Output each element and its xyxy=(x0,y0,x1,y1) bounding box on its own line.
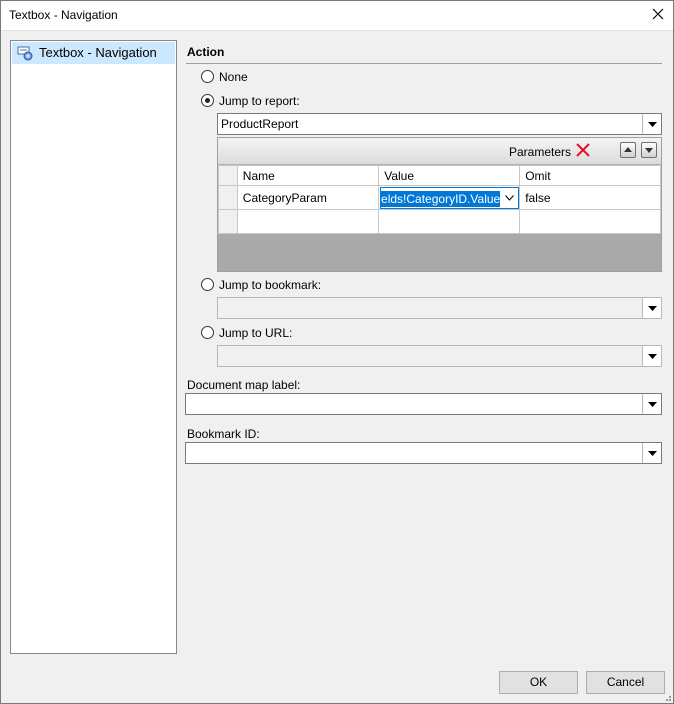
report-value: ProductReport xyxy=(221,117,299,131)
none-label: None xyxy=(219,70,248,84)
table-row[interactable]: CategoryParam =Fields!CategoryID.Value f… xyxy=(218,185,661,210)
jump-to-bookmark-label: Jump to bookmark: xyxy=(219,278,322,292)
jump-to-report-label: Jump to report: xyxy=(219,94,300,108)
row-header[interactable] xyxy=(218,185,238,210)
jump-to-url-label: Jump to URL: xyxy=(219,326,293,340)
arrow-down-icon xyxy=(645,148,653,153)
parameters-grid: Parameters Name Value Omit CategoryParam… xyxy=(217,137,662,272)
move-down-button[interactable] xyxy=(641,142,657,158)
document-map-label: Document map label: xyxy=(187,378,301,392)
cancel-button[interactable]: Cancel xyxy=(586,671,665,694)
arrow-up-icon xyxy=(624,147,632,152)
document-map-combo[interactable] xyxy=(185,393,662,415)
url-combo[interactable] xyxy=(217,345,662,367)
ok-button[interactable]: OK xyxy=(499,671,578,694)
report-dropdown-button[interactable] xyxy=(642,114,661,134)
chevron-down-icon xyxy=(648,354,657,359)
report-combo[interactable]: ProductReport xyxy=(217,113,662,135)
bookmark-combo[interactable] xyxy=(217,297,662,319)
tree-item-textbox-navigation[interactable]: Textbox - Navigation xyxy=(12,42,175,64)
close-button[interactable] xyxy=(646,0,674,30)
chevron-down-icon[interactable] xyxy=(505,194,515,201)
close-icon xyxy=(652,8,664,20)
parameters-toolbar: Parameters xyxy=(218,138,661,165)
chevron-down-icon xyxy=(648,306,657,311)
tree-item-label: Textbox - Navigation xyxy=(39,45,157,60)
param-value-cell[interactable]: =Fields!CategoryID.Value xyxy=(378,185,521,210)
column-header-value[interactable]: Value xyxy=(378,165,521,186)
chevron-down-icon xyxy=(648,122,657,127)
param-omit-cell[interactable]: false xyxy=(519,185,661,210)
resize-grip-icon[interactable] xyxy=(662,692,672,702)
column-header-omit[interactable]: Omit xyxy=(519,165,661,186)
param-value-editor[interactable]: =Fields!CategoryID.Value xyxy=(380,186,519,209)
url-dropdown-button[interactable] xyxy=(642,346,661,366)
row-header-corner xyxy=(218,165,238,186)
delete-icon[interactable] xyxy=(575,142,591,158)
bookmark-id-combo[interactable] xyxy=(185,442,662,464)
row-header[interactable] xyxy=(218,209,238,234)
jump-to-bookmark-radio[interactable] xyxy=(201,278,214,291)
new-value-cell[interactable] xyxy=(378,209,521,234)
chevron-down-icon xyxy=(648,402,657,407)
action-divider xyxy=(186,63,662,64)
jump-to-url-radio[interactable] xyxy=(201,326,214,339)
param-value-text: =Fields!CategoryID.Value xyxy=(381,190,501,207)
bookmark-dropdown-button[interactable] xyxy=(642,298,661,318)
table-header-row: Name Value Omit xyxy=(218,165,661,186)
table-row-new[interactable] xyxy=(218,209,661,234)
page-tree[interactable]: Textbox - Navigation xyxy=(10,40,177,654)
action-heading: Action xyxy=(187,45,225,59)
bookmark-id-dropdown-button[interactable] xyxy=(642,443,661,463)
chevron-down-icon xyxy=(648,451,657,456)
new-name-cell[interactable] xyxy=(236,209,380,234)
parameters-table: Name Value Omit CategoryParam =Fields!Ca… xyxy=(218,165,661,234)
bookmark-id-label: Bookmark ID: xyxy=(187,427,260,441)
move-up-button[interactable] xyxy=(620,142,636,158)
window-title: Textbox - Navigation xyxy=(9,8,118,22)
title-bar: Textbox - Navigation xyxy=(0,0,674,31)
parameters-caption: Parameters xyxy=(509,145,572,159)
document-map-dropdown-button[interactable] xyxy=(642,394,661,414)
param-name-cell[interactable]: CategoryParam xyxy=(236,185,380,210)
column-header-name[interactable]: Name xyxy=(236,165,380,186)
textbox-navigation-icon xyxy=(17,46,33,61)
jump-to-report-radio[interactable] xyxy=(201,94,214,107)
new-omit-cell[interactable] xyxy=(519,209,661,234)
none-radio[interactable] xyxy=(201,70,214,83)
